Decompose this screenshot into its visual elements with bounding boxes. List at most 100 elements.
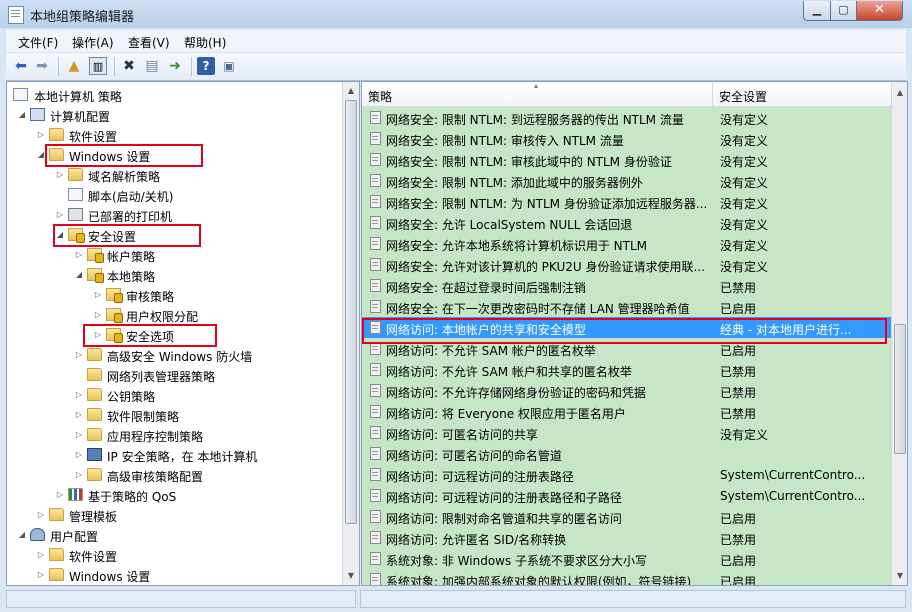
tree-collapsed-icon[interactable]: ▷ (74, 349, 84, 361)
tree-node[interactable]: ▷ Windows 设置 (7, 565, 337, 585)
menu-help[interactable]: 帮助(H) (184, 34, 226, 51)
tree-collapsed-icon[interactable]: ▷ (55, 489, 65, 501)
tree-expanded-icon[interactable]: ◢ (17, 109, 27, 121)
forward-arrow-icon[interactable]: ➡ (33, 57, 51, 75)
tree-node[interactable]: ▷ 审核策略 (7, 285, 337, 305)
help-icon[interactable]: ? (197, 57, 215, 75)
policy-row[interactable]: 网络安全: 限制 NTLM: 添加此域中的服务器例外 没有定义 (362, 170, 891, 191)
policy-list: 网络安全: 限制 NTLM: 到远程服务器的传出 NTLM 流量 没有定义 网络安全… (362, 107, 891, 585)
policy-name: 网络访问: 可匿名访问的命名管道 (386, 449, 562, 463)
policy-row[interactable]: 网络安全: 限制 NTLM: 审核此域中的 NTLM 身份验证 没有定义 (362, 149, 891, 170)
export-list-icon[interactable]: ➜ (166, 57, 184, 75)
policy-row[interactable]: 网络访问: 不允许存储网络身份验证的密码和凭据 已禁用 (362, 380, 891, 401)
tree-expanded-icon[interactable]: ◢ (74, 269, 84, 281)
policy-row[interactable]: 网络安全: 限制 NTLM: 审核传入 NTLM 流量 没有定义 (362, 128, 891, 149)
tree-node-label: 审核策略 (126, 290, 175, 304)
tree-scrollbar-thumb[interactable] (345, 100, 357, 524)
tree-node[interactable]: ▷ 公钥策略 (7, 385, 337, 405)
tree-node[interactable]: ▷ 软件限制策略 (7, 405, 337, 425)
menu-file[interactable]: 文件(F) (18, 34, 58, 51)
policy-row[interactable]: 网络安全: 在下一次更改密码时不存储 LAN 管理器哈希值 已启用 (362, 296, 891, 317)
delete-icon[interactable]: ✖ (120, 57, 138, 75)
tree-node-label: 高级审核策略配置 (107, 470, 204, 484)
scroll-up-arrow-icon[interactable]: ▲ (345, 85, 357, 97)
policy-row[interactable]: 网络安全: 限制 NTLM: 到远程服务器的传出 NTLM 流量 没有定义 (362, 107, 891, 128)
security-setting-value: 已禁用 (720, 533, 757, 547)
sort-ascending-icon: ▴ (534, 81, 539, 90)
tree-node[interactable]: ▷ 软件设置 (7, 125, 337, 145)
tree-node[interactable]: 网络列表管理器策略 (7, 365, 337, 385)
tree-node[interactable]: ◢ 本地策略 (7, 265, 337, 285)
ip-security-icon (87, 448, 102, 461)
window-title: 本地组策略编辑器 (30, 10, 135, 25)
policy-row[interactable]: 网络访问: 可匿名访问的命名管道 (362, 443, 891, 464)
tree-node[interactable]: ▷ 高级审核策略配置 (7, 465, 337, 485)
tree-node[interactable]: 本地计算机 策略 (7, 85, 337, 105)
tree-node[interactable]: ▷ 应用程序控制策略 (7, 425, 337, 445)
policy-row[interactable]: 网络访问: 不允许 SAM 帐户和共享的匿名枚举 已禁用 (362, 359, 891, 380)
tree-collapsed-icon[interactable]: ▷ (36, 129, 46, 141)
tree-collapsed-icon[interactable]: ▷ (36, 509, 46, 521)
menu-action[interactable]: 操作(A) (72, 34, 114, 51)
back-arrow-icon[interactable]: ⬅ (12, 57, 30, 75)
tree-node[interactable]: ▷ IP 安全策略，在 本地计算机 (7, 445, 337, 465)
tree-collapsed-icon[interactable]: ▷ (55, 169, 65, 181)
tree-collapsed-icon[interactable]: ▷ (55, 209, 65, 221)
scroll-up-arrow-icon[interactable]: ▲ (894, 87, 906, 99)
close-button[interactable]: ✕ (856, 1, 903, 21)
policy-row[interactable]: 网络访问: 将 Everyone 权限应用于匿名用户 已禁用 (362, 401, 891, 422)
tree-collapsed-icon[interactable]: ▷ (93, 289, 103, 301)
tree-collapsed-icon[interactable]: ▷ (74, 449, 84, 461)
properties-icon[interactable]: ▤ (143, 57, 161, 75)
tree-collapsed-icon[interactable]: ▷ (74, 409, 84, 421)
tree-node[interactable]: ▷ 用户权限分配 (7, 305, 337, 325)
policy-setting-icon (370, 258, 381, 271)
maximize-button[interactable]: ▢ (830, 1, 857, 21)
scroll-down-arrow-icon[interactable]: ▼ (345, 570, 357, 582)
extended-view-icon[interactable]: ▣ (220, 57, 238, 75)
policy-row[interactable]: 网络访问: 允许匿名 SID/名称转换 已禁用 (362, 527, 891, 548)
tree-node[interactable]: ◢ 用户配置 (7, 525, 337, 545)
policy-row[interactable]: 系统对象: 加强内部系统对象的默认权限(例如，符号链接) 已启用 (362, 569, 891, 585)
tree-collapsed-icon[interactable]: ▷ (74, 249, 84, 261)
tree-collapsed-icon[interactable]: ▷ (36, 549, 46, 561)
scroll-down-arrow-icon[interactable]: ▼ (894, 570, 906, 582)
tree-node[interactable]: ▷ 帐户策略 (7, 245, 337, 265)
policy-row[interactable]: 网络访问: 可远程访问的注册表路径和子路径 System\CurrentContr… (362, 485, 891, 506)
up-folder-icon[interactable]: ▲ (65, 57, 83, 75)
policy-row[interactable]: 系统对象: 非 Windows 子系统不要求区分大小写 已启用 (362, 548, 891, 569)
column-header-policy[interactable]: 策略 ▴ (362, 82, 713, 107)
tree-collapsed-icon[interactable]: ▷ (74, 469, 84, 481)
column-header-setting[interactable]: 安全设置 (713, 82, 891, 107)
policy-row[interactable]: 网络安全: 允许 LocalSystem NULL 会话回退 没有定义 (362, 212, 891, 233)
menu-view[interactable]: 查看(V) (128, 34, 170, 51)
tree-node[interactable]: ▷ 管理模板 (7, 505, 337, 525)
tree-node[interactable]: ▷ 域名解析策略 (7, 165, 337, 185)
tree-collapsed-icon[interactable]: ▷ (93, 309, 103, 321)
policy-row[interactable]: 网络访问: 可远程访问的注册表路径 System\CurrentContro... (362, 464, 891, 485)
policy-row[interactable]: 网络安全: 限制 NTLM: 为 NTLM 身份验证添加远程服务器... 没有定义 (362, 191, 891, 212)
security-setting-value: 没有定义 (720, 176, 769, 190)
show-hide-tree-icon[interactable]: ▥ (89, 57, 107, 75)
tree-expanded-icon[interactable]: ◢ (17, 529, 27, 541)
tree-node[interactable]: ▷ 高级安全 Windows 防火墙 (7, 345, 337, 365)
policy-row[interactable]: 网络安全: 允许本地系统将计算机标识用于 NTLM 没有定义 (362, 233, 891, 254)
policy-row[interactable]: 网络安全: 允许对该计算机的 PKU2U 身份验证请求使用联... 没有定义 (362, 254, 891, 275)
toolbar-separator (191, 57, 192, 76)
list-scrollbar[interactable]: ▲ ▼ (891, 82, 907, 585)
tree-node[interactable]: 脚本(启动/关机) (7, 185, 337, 205)
policy-row[interactable]: 网络访问: 限制对命名管道和共享的匿名访问 已启用 (362, 506, 891, 527)
tree-collapsed-icon[interactable]: ▷ (74, 389, 84, 401)
list-scrollbar-thumb[interactable] (894, 324, 906, 454)
tree-scrollbar[interactable]: ▲ ▼ (342, 82, 359, 585)
policy-row[interactable]: 网络访问: 可匿名访问的共享 没有定义 (362, 422, 891, 443)
tree-collapsed-icon[interactable]: ▷ (74, 429, 84, 441)
policy-row[interactable]: 网络安全: 在超过登录时间后强制注销 已禁用 (362, 275, 891, 296)
tree-node[interactable]: ▷ 已部署的打印机 (7, 205, 337, 225)
tree-collapsed-icon[interactable]: ▷ (36, 569, 46, 581)
tree-node[interactable]: ▷ 基于策略的 QoS (7, 485, 337, 505)
tree-node[interactable]: ▷ 软件设置 (7, 545, 337, 565)
minimize-button[interactable]: ▁ (803, 1, 831, 21)
tree-node-label: 脚本(启动/关机) (88, 190, 174, 204)
tree-node[interactable]: ◢ 计算机配置 (7, 105, 337, 125)
